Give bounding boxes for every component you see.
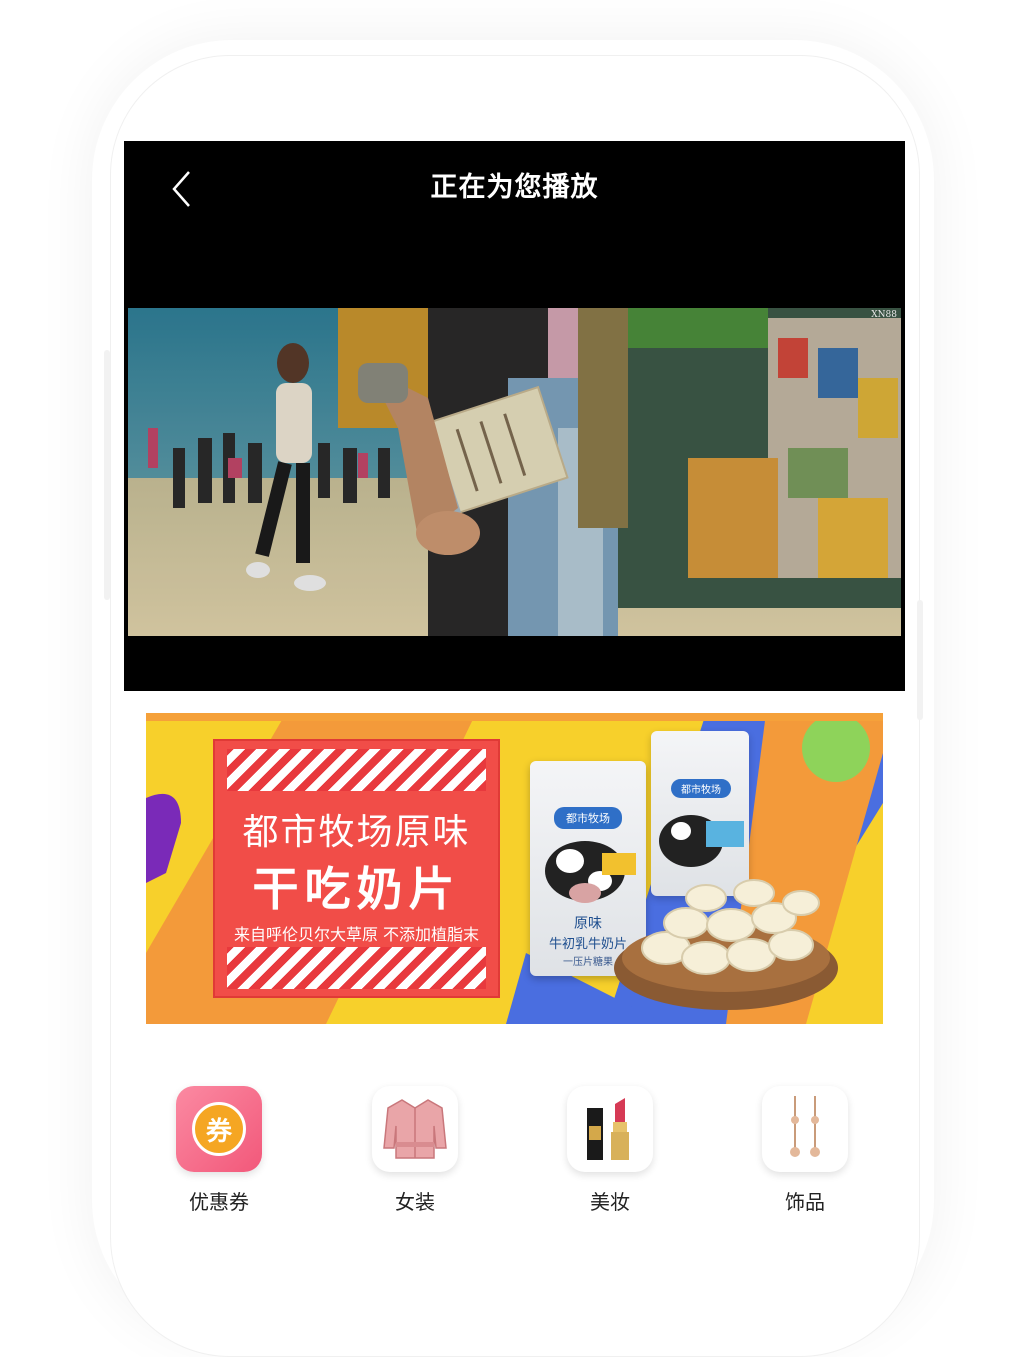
promo-banner[interactable]: 都市牧场原味 干吃奶片 来自呼伦贝尔大草原 不添加植脂末 都市牧场 原味 牛初乳… — [146, 713, 883, 1024]
promo-tagline: 来自呼伦贝尔大草原 不添加植脂末 — [233, 925, 480, 944]
lipstick-icon — [567, 1086, 653, 1172]
video-watermark: XN88 — [871, 310, 897, 320]
video-frame[interactable]: XN88 — [128, 308, 901, 636]
promo-text-panel: 都市牧场原味 干吃奶片 来自呼伦贝尔大草原 不添加植脂末 — [213, 739, 500, 998]
jacket-icon — [372, 1086, 458, 1172]
category-label: 女装 — [395, 1190, 435, 1214]
coupon-glyph: 券 — [205, 1116, 232, 1147]
app-screen: 正在为您播放 XN88 都市牧场原味 干吃奶片 来自呼伦贝尔大草原 不添加植脂末… — [124, 141, 905, 1241]
category-coupon[interactable]: 券 优惠券 — [164, 1086, 274, 1215]
promo-headline: 都市牧场原味 — [242, 812, 471, 853]
coupon-badge: 券 — [192, 1102, 246, 1156]
category-beauty[interactable]: 美妆 — [555, 1086, 665, 1215]
package-brand: 都市牧场 — [671, 779, 731, 798]
jacket-graphic — [383, 1099, 447, 1159]
phone-side-button — [104, 350, 110, 600]
video-scene-image — [128, 308, 901, 636]
stripe-decoration — [227, 947, 486, 989]
milk-tablets-bowl — [614, 879, 838, 1010]
category-label: 美妆 — [590, 1190, 630, 1214]
category-womenswear[interactable]: 女装 — [360, 1086, 470, 1215]
video-player: 正在为您播放 XN88 — [124, 141, 905, 691]
category-label: 优惠券 — [189, 1190, 249, 1214]
package-brand: 都市牧场 — [554, 807, 622, 829]
category-accessories[interactable]: 饰品 — [750, 1086, 860, 1215]
phone-side-button — [917, 600, 923, 720]
category-label: 饰品 — [785, 1190, 825, 1214]
coupon-icon: 券 — [176, 1086, 262, 1172]
player-title: 正在为您播放 — [430, 172, 599, 203]
earring-icon — [762, 1086, 848, 1172]
promo-product-name: 干吃奶片 — [252, 862, 461, 916]
lipstick-graphic — [587, 1098, 629, 1160]
stripe-decoration — [227, 749, 486, 791]
earring-graphic — [790, 1096, 820, 1157]
